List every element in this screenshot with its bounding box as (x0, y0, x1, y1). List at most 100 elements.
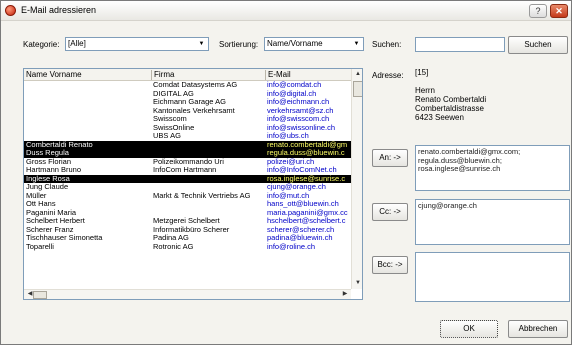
firma-cell: Kantonales Verkehrsamt (153, 106, 235, 115)
email-cell: info@swissonline.ch (267, 123, 336, 132)
chevron-down-icon[interactable]: ▼ (351, 39, 362, 49)
suchen-label: Suchen: (372, 40, 402, 49)
name-cell: Schelbert Herbert (26, 217, 85, 225)
vertical-scrollbar[interactable]: ▲ ▼ (351, 69, 362, 289)
an-button[interactable]: An: -> (372, 149, 408, 167)
firma-cell: Rotronic AG (153, 242, 194, 251)
name-cell: Hartmann Bruno (26, 166, 82, 174)
table-row[interactable]: Paganini Maria maria.paganini@gmx.cc (24, 209, 351, 218)
name-cell: Müller (26, 191, 47, 200)
firma-cell: Eichmann Garage AG (153, 98, 226, 106)
list-header: Name Vorname Firma E-Mail (24, 69, 351, 81)
table-row[interactable]: Gross Florian Polizeikommando Uri polizei@… (24, 158, 351, 167)
email-cell: info@swisscom.ch (267, 115, 330, 123)
kategorie-dropdown[interactable]: [Alle] ▼ (65, 37, 209, 51)
table-row[interactable]: Jung Claude cjung@orange.ch (24, 183, 351, 192)
table-row[interactable]: Comdat Datasystems AG info@comdat.ch (24, 81, 351, 90)
table-row[interactable]: Tischhauser Simonetta Padina AG padina@blu… (24, 234, 351, 243)
table-row[interactable]: Schelbert Herbert Metzgerei Schelbert hsch… (24, 217, 351, 226)
scroll-down-icon[interactable]: ▼ (352, 278, 362, 289)
scroll-up-icon[interactable]: ▲ (352, 69, 362, 80)
name-cell: Scherer Franz (26, 225, 74, 234)
email-cell: polizei@uri.ch (267, 157, 315, 166)
firma-cell: DIGITAL AG (153, 89, 194, 98)
table-row[interactable]: DIGITAL AG info@digital.ch (24, 90, 351, 99)
cc-recipients-field[interactable]: cjung@orange.ch (415, 199, 570, 245)
table-row[interactable]: Swisscom info@swisscom.ch (24, 115, 351, 124)
email-cell: renato.combertaldi@gm (267, 140, 348, 149)
recipient-entry: cjung@orange.ch (418, 201, 477, 210)
search-button[interactable]: Suchen (508, 36, 568, 54)
address-list[interactable]: Name Vorname Firma E-Mail Comdat Datasys… (23, 68, 363, 300)
column-header-firma[interactable]: Firma (154, 70, 174, 79)
column-divider[interactable] (265, 70, 266, 80)
table-row[interactable]: SwissOnline info@swissonline.ch (24, 124, 351, 133)
email-cell: hschelbert@schelbert.c (267, 217, 346, 225)
bcc-recipients-field[interactable] (415, 252, 570, 302)
window-title: E-Mail adressieren (21, 5, 97, 15)
email-cell: info@InfoComNet.ch (267, 166, 337, 174)
table-row[interactable]: Eichmann Garage AG info@eichmann.ch (24, 98, 351, 107)
table-row[interactable]: Müller Markt & Technik Vertriebs AG info@m… (24, 192, 351, 201)
name-cell: Jung Claude (26, 183, 69, 191)
email-cell: cjung@orange.ch (267, 183, 326, 191)
firma-cell: SwissOnline (153, 123, 195, 132)
firma-cell: Padina AG (153, 234, 189, 242)
list-rows: Comdat Datasystems AG info@comdat.ch DIGIT… (24, 81, 351, 251)
table-row[interactable]: Scherer Franz Informatikbüro Scherer scher… (24, 226, 351, 235)
email-cell: rosa.inglese@sunrise.c (267, 174, 346, 183)
email-cell: verkehrsamt@sz.ch (267, 106, 334, 115)
table-row[interactable]: Kantonales Verkehrsamt verkehrsamt@sz.ch (24, 107, 351, 116)
title-bar: E-Mail adressieren ? ✕ (1, 1, 571, 21)
table-row[interactable]: Combertaldi Renato renato.combertaldi@gm (24, 140, 351, 149)
address-line: Herrn (415, 86, 436, 95)
column-divider[interactable] (151, 70, 152, 80)
firma-cell: Metzgerei Schelbert (153, 217, 220, 225)
scroll-thumb[interactable] (353, 81, 362, 97)
name-cell: Tischhauser Simonetta (26, 234, 103, 242)
cc-button[interactable]: Cc: -> (372, 203, 408, 221)
firma-cell: Markt & Technik Vertriebs AG (153, 191, 251, 200)
email-cell: info@ubs.ch (267, 132, 309, 140)
firma-cell: Comdat Datasystems AG (153, 81, 238, 89)
column-header-email[interactable]: E-Mail (268, 70, 291, 79)
name-cell: Paganini Maria (26, 208, 77, 217)
table-row[interactable]: Toparelli Rotronic AG info@roline.ch (24, 243, 351, 252)
name-cell: Combertaldi Renato (26, 140, 93, 149)
email-address-dialog: E-Mail adressieren ? ✕ Kategorie: [Alle]… (0, 0, 572, 345)
firma-cell: Swisscom (153, 115, 187, 123)
firma-cell: Informatikbüro Scherer (153, 225, 230, 234)
recipient-entry: rosa.inglese@sunrise.ch (418, 164, 501, 173)
firma-cell: InfoCom Hartmann (153, 166, 217, 174)
ok-button[interactable]: OK (440, 320, 498, 338)
address-line: 6423 Seewen (415, 113, 464, 122)
email-cell: info@comdat.ch (267, 81, 322, 89)
table-row[interactable]: UBS AG info@ubs.ch (24, 132, 351, 141)
table-row[interactable]: Duss Regula regula.duss@bluewin.c (24, 149, 351, 158)
chevron-down-icon[interactable]: ▼ (196, 39, 207, 49)
search-input[interactable] (415, 37, 505, 52)
sortierung-dropdown[interactable]: Name/Vorname ▼ (264, 37, 364, 51)
name-cell: Inglese Rosa (26, 174, 70, 183)
firma-cell: UBS AG (153, 132, 181, 140)
table-row[interactable]: Ott Hans hans_ott@bluewin.ch (24, 200, 351, 209)
table-row[interactable]: Hartmann Bruno InfoCom Hartmann info@InfoC… (24, 166, 351, 175)
email-cell: hans_ott@bluewin.ch (267, 200, 339, 208)
kategorie-label: Kategorie: (23, 40, 60, 49)
horizontal-scrollbar[interactable]: ◀ ▶ (24, 289, 351, 299)
scroll-thumb[interactable] (33, 291, 47, 299)
help-button[interactable]: ? (529, 4, 547, 18)
email-cell: info@digital.ch (267, 89, 317, 98)
adresse-label: Adresse: (372, 71, 404, 80)
scroll-right-icon[interactable]: ▶ (339, 290, 351, 299)
email-cell: info@eichmann.ch (267, 98, 330, 106)
table-row[interactable]: Inglese Rosa rosa.inglese@sunrise.c (24, 174, 351, 183)
bcc-button[interactable]: Bcc: -> (372, 256, 408, 274)
an-recipients-field[interactable]: renato.combertaldi@gmx.com; regula.duss@… (415, 145, 570, 191)
name-cell: Duss Regula (26, 149, 69, 157)
cancel-button[interactable]: Abbrechen (508, 320, 568, 338)
close-button[interactable]: ✕ (550, 4, 568, 18)
column-header-name[interactable]: Name Vorname (26, 70, 82, 79)
name-cell: Toparelli (26, 242, 54, 251)
sortierung-value: Name/Vorname (267, 39, 323, 48)
